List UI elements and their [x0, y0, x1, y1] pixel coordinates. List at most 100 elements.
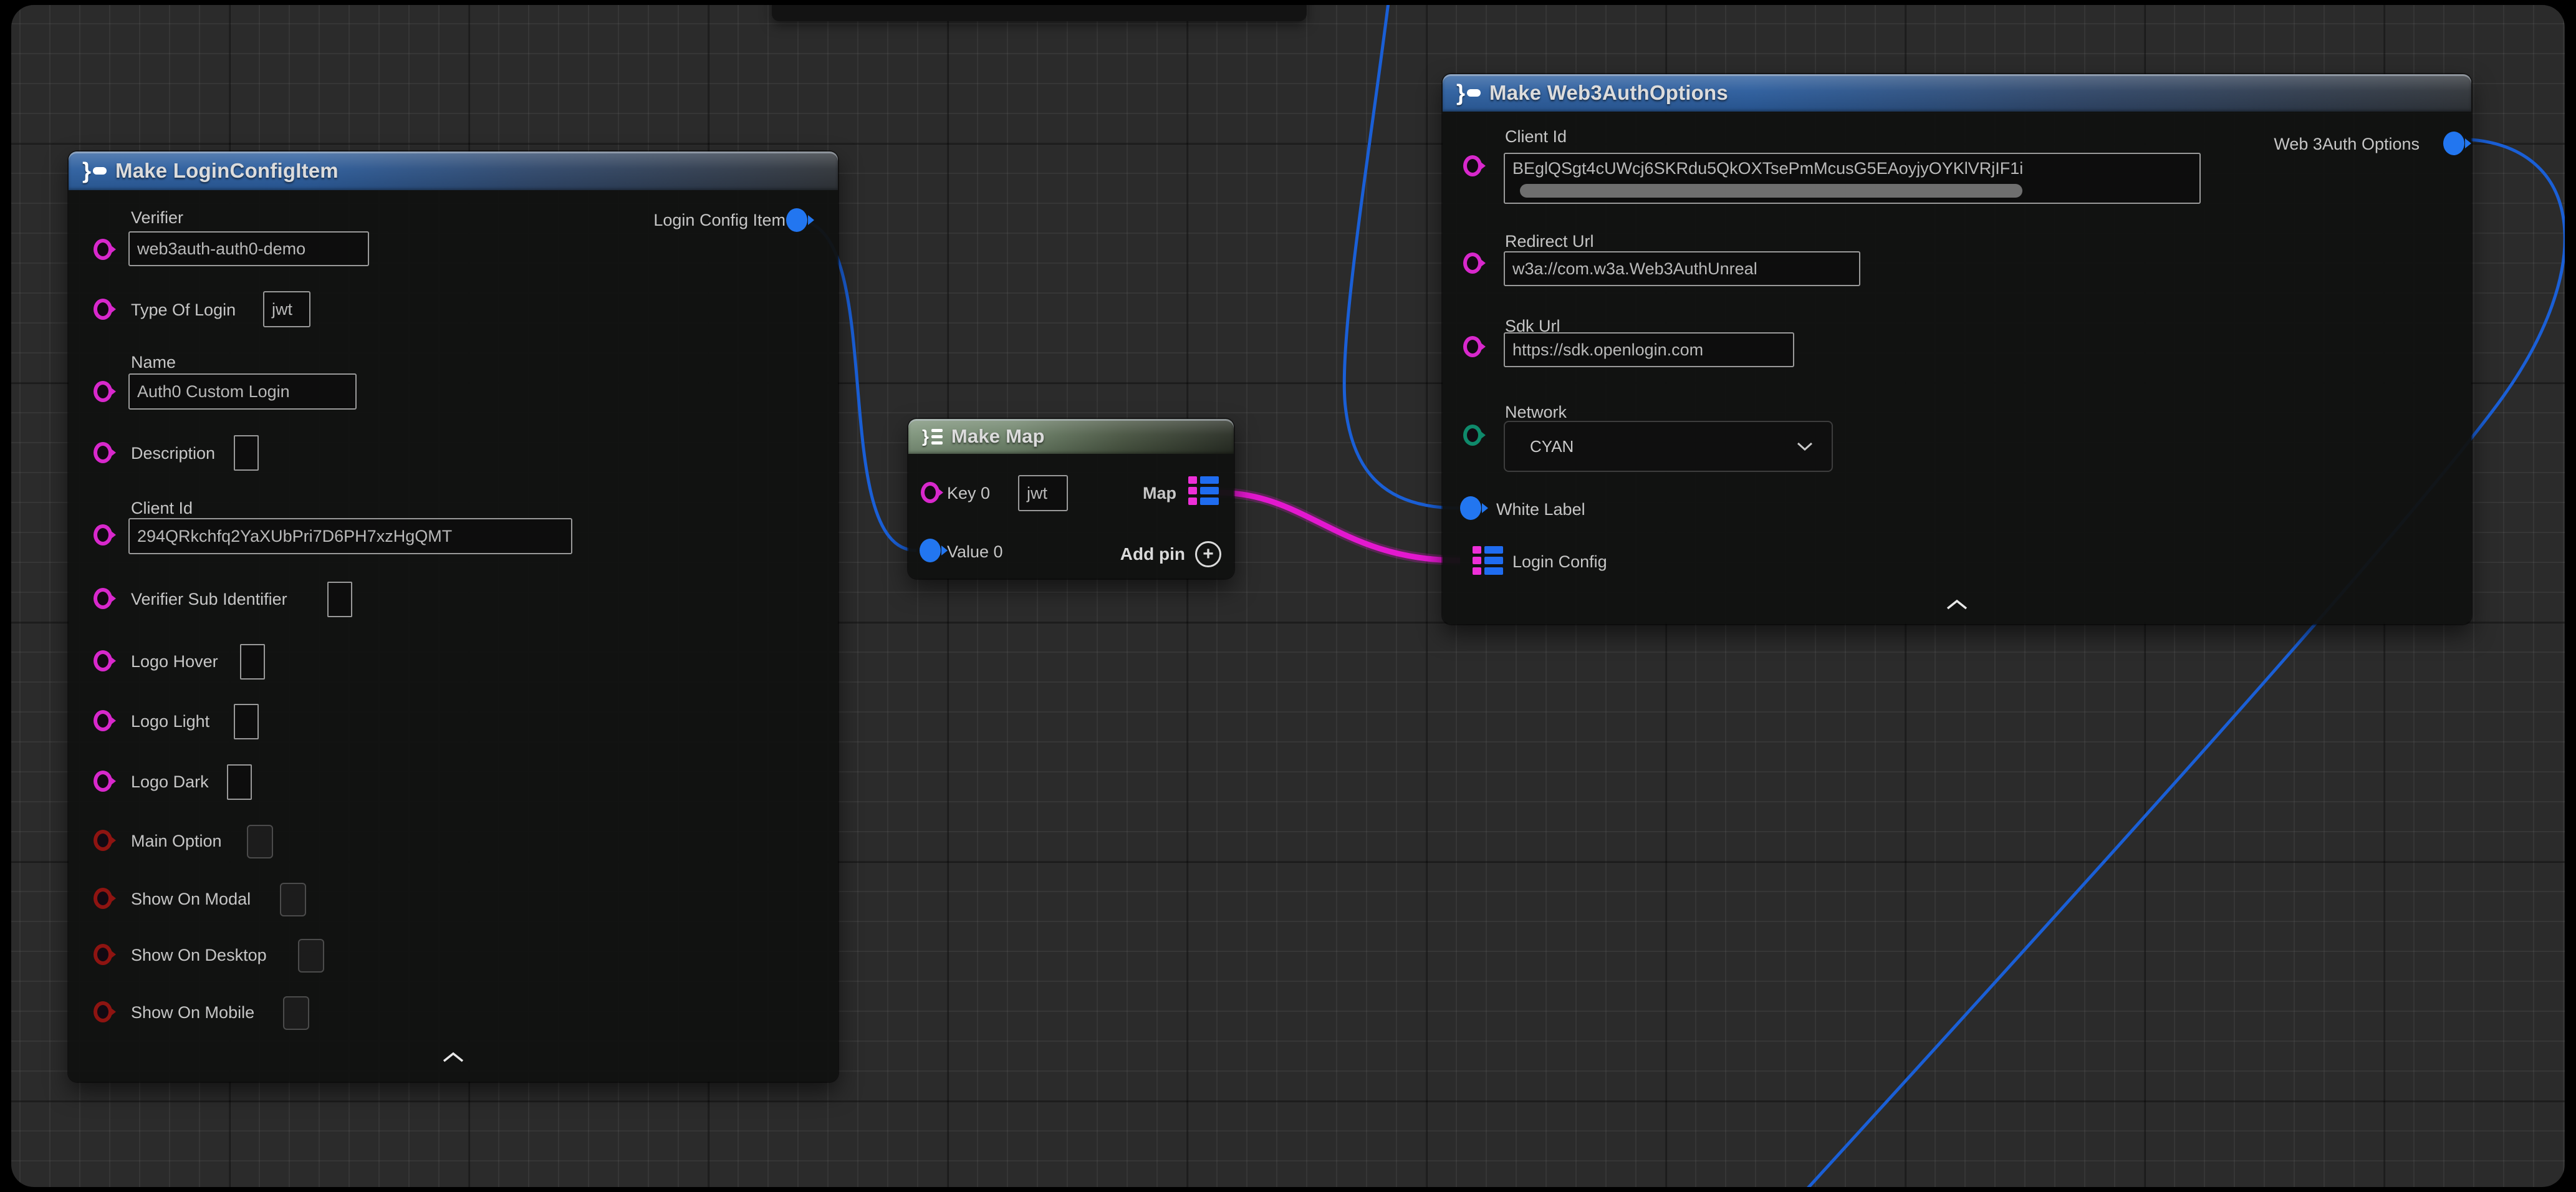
input-pin-type-of-login[interactable]	[94, 299, 112, 320]
logo-dark-field[interactable]	[227, 764, 252, 800]
output-pin-label: Login Config Item	[653, 210, 786, 230]
offscreen-node-bottom-edge[interactable]	[772, 5, 1307, 21]
pin-label: Client Id	[131, 498, 193, 518]
chevron-up-icon	[443, 1052, 464, 1063]
output-pin-web3auth-options[interactable]	[2443, 132, 2464, 155]
sdk-url-field[interactable]: https://sdk.openlogin.com	[1504, 332, 1794, 367]
add-pin-plus-icon: +	[1195, 541, 1221, 567]
show-on-mobile-checkbox[interactable]	[283, 996, 309, 1030]
pin-label: White Label	[1496, 499, 1585, 519]
output-pin-login-config-item[interactable]	[786, 208, 807, 232]
show-on-modal-checkbox[interactable]	[280, 883, 306, 916]
input-pin-network[interactable]	[1463, 425, 1482, 446]
input-pin-logo-dark[interactable]	[94, 771, 112, 792]
input-pin-description[interactable]	[94, 442, 112, 463]
pin-label: Logo Hover	[131, 651, 218, 671]
node-title: Make Web3AuthOptions	[1489, 81, 1728, 105]
pin-label: Logo Dark	[131, 772, 209, 792]
add-pin-button[interactable]: Add pin +	[1120, 541, 1221, 567]
pin-label: Show On Modal	[131, 889, 251, 909]
logo-light-field[interactable]	[234, 704, 259, 739]
input-pin-verifier[interactable]	[94, 239, 112, 260]
input-pin-sdk-url[interactable]	[1463, 336, 1482, 357]
wire-map-to-loginconfig-glow	[1217, 493, 1460, 560]
blueprint-editor: } Make LoginConfigItem Login Config Item…	[0, 0, 2576, 1192]
redirect-url-value: w3a://com.w3a.Web3AuthUnreal	[1512, 259, 1757, 279]
pin-label: Show On Desktop	[131, 945, 267, 965]
make-struct-icon: }	[82, 160, 107, 182]
type-of-login-field[interactable]: jwt	[263, 291, 310, 327]
node-header-make-loginconfigitem[interactable]: } Make LoginConfigItem	[69, 151, 838, 190]
node-make-loginconfigitem[interactable]: } Make LoginConfigItem Login Config Item…	[69, 151, 838, 1082]
verifier-sub-identifier-field[interactable]	[327, 582, 352, 617]
collapse-node-button[interactable]	[1946, 599, 1968, 613]
pin-label: Network	[1505, 402, 1567, 422]
pin-label: Show On Mobile	[131, 1002, 254, 1022]
node-make-web3authoptions[interactable]: } Make Web3AuthOptions Client Id BEglQSg…	[1443, 74, 2471, 624]
input-pin-verifier-sub-identifier[interactable]	[94, 588, 112, 609]
pin-label: Type Of Login	[131, 300, 236, 320]
input-pin-client-id[interactable]	[1463, 155, 1482, 176]
chevron-up-icon	[1946, 599, 1968, 610]
pin-label: Key 0	[947, 483, 990, 503]
main-option-checkbox[interactable]	[247, 825, 273, 858]
type-of-login-value: jwt	[272, 300, 292, 319]
client-id-value: 294QRkchfq2YaXUbPri7D6PH7xzHgQMT	[137, 527, 452, 546]
key-0-value: jwt	[1027, 484, 1047, 503]
make-map-icon: }	[922, 425, 943, 448]
key-0-field[interactable]: jwt	[1018, 475, 1068, 511]
chevron-down-icon	[1797, 441, 1813, 451]
pin-label: Client Id	[1505, 127, 1567, 147]
node-header-make-map[interactable]: } Make Map	[908, 419, 1234, 454]
description-field[interactable]	[234, 435, 259, 471]
verifier-value: web3auth-auth0-demo	[137, 239, 305, 259]
network-dropdown[interactable]: CYAN	[1504, 421, 1833, 472]
pin-label: Main Option	[131, 831, 222, 851]
node-title: Make LoginConfigItem	[115, 159, 339, 183]
pin-label: Login Config	[1512, 552, 1607, 572]
input-pin-value-0[interactable]	[920, 539, 941, 562]
show-on-desktop-checkbox[interactable]	[298, 939, 324, 973]
input-pin-logo-light[interactable]	[94, 710, 112, 731]
verifier-field[interactable]: web3auth-auth0-demo	[128, 231, 369, 266]
network-selected-value: CYAN	[1530, 437, 1574, 456]
add-pin-label: Add pin	[1120, 544, 1185, 564]
input-pin-main-option[interactable]	[94, 830, 112, 851]
node-make-map[interactable]: } Make Map Key 0 jwt Map Value 0 Add pin…	[908, 419, 1234, 579]
input-pin-show-on-modal[interactable]	[94, 888, 112, 909]
input-pin-show-on-desktop[interactable]	[94, 944, 112, 965]
input-pin-name[interactable]	[94, 381, 112, 402]
make-struct-icon: }	[1456, 82, 1481, 104]
graph-canvas[interactable]: } Make LoginConfigItem Login Config Item…	[11, 5, 2565, 1187]
pin-label: Verifier	[131, 208, 183, 228]
input-pin-logo-hover[interactable]	[94, 650, 112, 671]
pin-label: Logo Light	[131, 711, 209, 731]
client-id-value: BEglQSgt4cUWcj6SKRdu5QkOXTsePmMcusG5EAoy…	[1512, 159, 2023, 178]
node-title: Make Map	[951, 425, 1045, 448]
input-pin-key-0[interactable]	[921, 482, 940, 503]
wire-map-to-loginconfig[interactable]	[1217, 493, 1460, 560]
pin-label: Verifier Sub Identifier	[131, 589, 287, 609]
pin-label: Name	[131, 352, 176, 372]
output-pin-label: Map	[1143, 483, 1176, 503]
input-pin-redirect-url[interactable]	[1463, 252, 1482, 274]
wire-top-to-whitelabel[interactable]	[1344, 5, 1459, 508]
name-field[interactable]: Auth0 Custom Login	[128, 373, 357, 410]
name-value: Auth0 Custom Login	[137, 382, 290, 401]
input-pin-client-id[interactable]	[94, 524, 112, 546]
redirect-url-field[interactable]: w3a://com.w3a.Web3AuthUnreal	[1504, 251, 1860, 286]
collapse-node-button[interactable]	[443, 1052, 464, 1066]
client-id-field[interactable]: 294QRkchfq2YaXUbPri7D6PH7xzHgQMT	[128, 518, 572, 554]
node-header-make-web3authoptions[interactable]: } Make Web3AuthOptions	[1443, 74, 2471, 112]
pin-label: Redirect Url	[1505, 231, 1594, 251]
sdk-url-value: https://sdk.openlogin.com	[1512, 340, 1703, 360]
input-pin-white-label[interactable]	[1460, 496, 1481, 520]
output-pin-map[interactable]	[1188, 476, 1219, 505]
input-pin-show-on-mobile[interactable]	[94, 1001, 112, 1022]
pin-label: Value 0	[947, 542, 1003, 562]
client-id-field[interactable]: BEglQSgt4cUWcj6SKRdu5QkOXTsePmMcusG5EAoy…	[1504, 153, 2201, 204]
input-pin-login-config[interactable]	[1473, 546, 1503, 575]
client-id-scrollbar[interactable]	[1520, 184, 2022, 198]
logo-hover-field[interactable]	[240, 644, 265, 680]
output-pin-label: Web 3Auth Options	[2274, 134, 2420, 154]
